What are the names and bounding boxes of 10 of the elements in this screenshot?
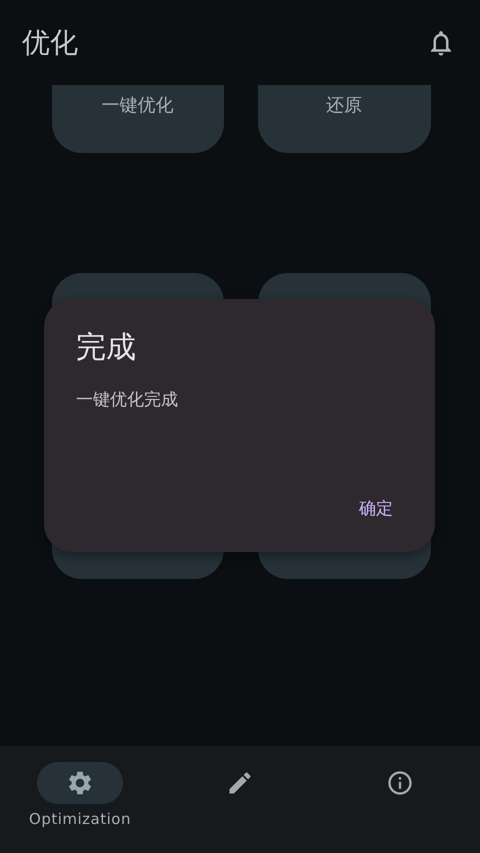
app-title: 优化 — [22, 24, 78, 60]
info-icon — [386, 769, 414, 797]
nav-label: Optimization — [29, 810, 131, 828]
action-card[interactable]: 一键优化 — [52, 85, 224, 153]
nav-tab[interactable] — [37, 762, 123, 804]
dialog-message: 一键优化完成 — [76, 389, 178, 411]
action-card[interactable]: 还原 — [258, 85, 430, 153]
dialog-title: 完成 — [76, 329, 136, 367]
confirm-button[interactable]: 确定 — [335, 489, 417, 528]
gear-icon — [66, 769, 94, 797]
